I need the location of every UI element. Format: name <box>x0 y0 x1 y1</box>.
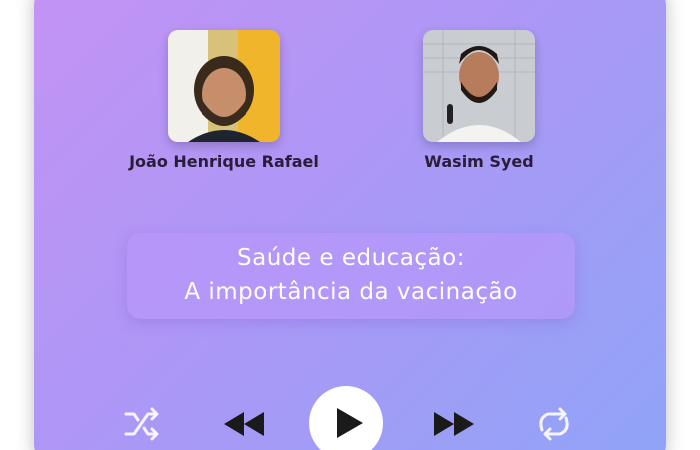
player-card: João Henrique Rafael Wasim Syed Saúde e … <box>34 0 666 450</box>
speaker-photo <box>168 30 280 142</box>
speaker-2: Wasim Syed <box>359 30 599 171</box>
speaker-1: João Henrique Rafael <box>104 30 344 171</box>
episode-title-line-2: A importância da vacinação <box>184 279 518 305</box>
fast-forward-icon <box>434 412 474 436</box>
repeat-icon <box>539 407 569 441</box>
play-button[interactable] <box>309 386 383 450</box>
playback-controls <box>34 380 666 450</box>
speaker-name: Wasim Syed <box>424 152 534 171</box>
episode-title-line-1: Saúde e educação: <box>237 245 465 271</box>
rewind-icon <box>224 412 264 436</box>
speaker-name: João Henrique Rafael <box>129 152 319 171</box>
episode-title: Saúde e educação: A importância da vacin… <box>127 233 575 319</box>
page: João Henrique Rafael Wasim Syed Saúde e … <box>0 0 700 450</box>
shuffle-button[interactable] <box>122 406 162 446</box>
play-icon <box>337 408 363 438</box>
repeat-button[interactable] <box>534 406 574 446</box>
rewind-button[interactable] <box>222 410 266 442</box>
fast-forward-button[interactable] <box>432 410 476 442</box>
shuffle-icon <box>124 407 159 441</box>
speaker-photo <box>423 30 535 142</box>
